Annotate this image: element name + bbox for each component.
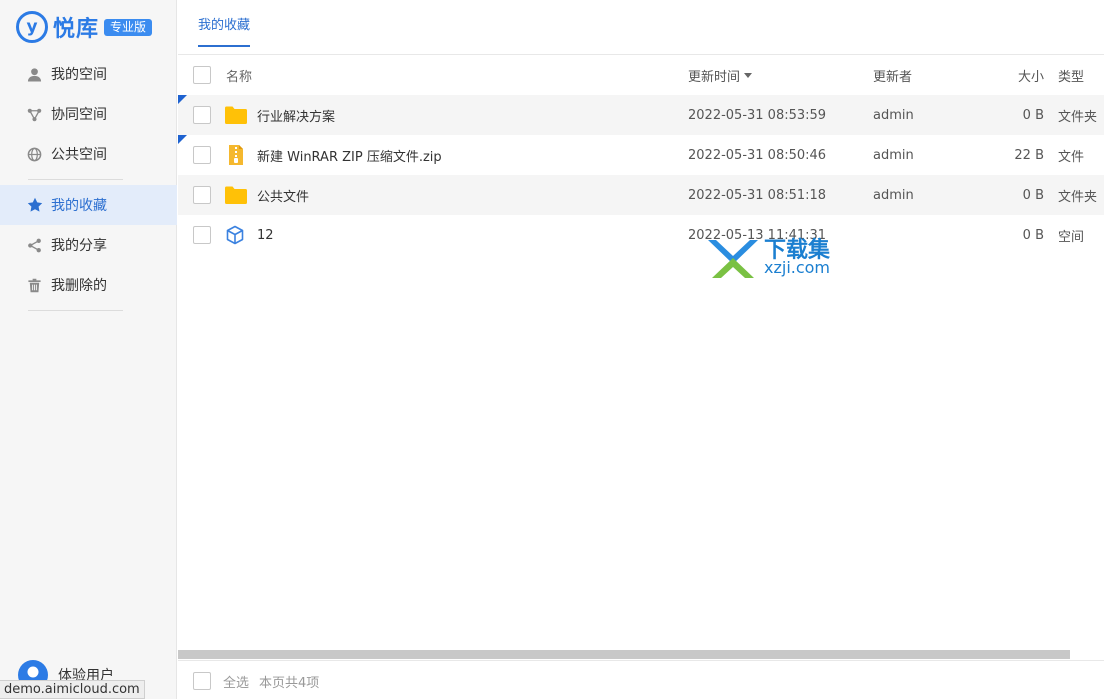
app-logo[interactable]: y 悦库 专业版 [16, 10, 153, 44]
column-time-header[interactable]: 更新时间 [688, 55, 753, 95]
row-checkbox[interactable] [193, 226, 211, 244]
column-size-header[interactable]: 大小 [978, 55, 1044, 95]
table-row[interactable]: 12 2022-05-13 11:41:31 0 B 空间 [178, 215, 1104, 255]
row-checkbox-cell [193, 215, 211, 255]
table-header: 名称 更新时间 更新者 大小 类型 [178, 55, 1104, 95]
logo-mark: y [16, 11, 48, 43]
table-row[interactable]: 公共文件 2022-05-31 08:51:18 admin 0 B 文件夹 [178, 175, 1104, 215]
file-updater: admin [873, 107, 914, 123]
file-type: 文件 [1058, 149, 1085, 165]
column-type-header[interactable]: 类型 [1058, 55, 1084, 95]
file-updater: admin [873, 187, 914, 203]
new-flag-icon [178, 135, 187, 144]
file-name[interactable]: 行业解决方案 [257, 95, 335, 135]
footer-select-all-checkbox[interactable] [193, 672, 211, 690]
sidebar-item-my-shares[interactable]: 我的分享 [0, 225, 177, 265]
file-time: 2022-05-31 08:51:18 [688, 187, 827, 203]
star-icon [26, 197, 43, 214]
sidebar-item-label: 我的空间 [51, 67, 107, 83]
file-name[interactable]: 公共文件 [257, 175, 309, 215]
select-all-label[interactable]: 全选 [223, 672, 249, 691]
new-flag-icon [178, 95, 187, 104]
table-row[interactable]: 行业解决方案 2022-05-31 08:53:59 admin 0 B 文件夹 [178, 95, 1104, 135]
sort-desc-icon [744, 72, 753, 78]
horizontal-scrollbar[interactable] [178, 650, 1070, 659]
row-checkbox-cell [193, 175, 211, 215]
sidebar-item-my-space[interactable]: 我的空间 [0, 54, 177, 94]
zip-file-icon [225, 135, 247, 175]
nav-divider [28, 179, 123, 180]
trash-icon [26, 277, 43, 294]
file-name[interactable]: 新建 WinRAR ZIP 压缩文件.zip [257, 135, 442, 175]
file-table: 名称 更新时间 更新者 大小 类型 行业解决方案 2022-05-31 08:5… [178, 55, 1104, 255]
file-size: 0 B [1022, 107, 1044, 123]
file-updater: admin [873, 147, 914, 163]
nav-divider [28, 310, 123, 311]
file-time: 2022-05-31 08:53:59 [688, 107, 827, 123]
file-type: 空间 [1058, 229, 1085, 245]
cube-icon [225, 215, 245, 255]
share-nodes-icon [26, 106, 43, 123]
sidebar-item-label: 协同空间 [51, 107, 107, 123]
file-type: 文件夹 [1058, 189, 1098, 205]
file-size: 0 B [1022, 187, 1044, 203]
person-icon [26, 66, 43, 83]
tab-bar: 我的收藏 [178, 0, 1104, 55]
logo-text: 悦库 [53, 17, 100, 42]
sidebar-item-label: 我的分享 [51, 238, 107, 254]
tab-my-favorites[interactable]: 我的收藏 [198, 14, 251, 47]
file-type: 文件夹 [1058, 109, 1098, 125]
file-size: 22 B [1014, 147, 1044, 163]
sidebar-item-collab-space[interactable]: 协同空间 [0, 94, 177, 134]
row-checkbox[interactable] [193, 146, 211, 164]
share-icon [26, 237, 43, 254]
header-checkbox-cell [193, 55, 211, 95]
edition-badge: 专业版 [104, 18, 153, 36]
row-checkbox-cell [193, 135, 211, 175]
row-checkbox[interactable] [193, 186, 211, 204]
folder-icon [225, 175, 247, 215]
watermark-url: xzji.com [764, 258, 831, 277]
column-time-label: 更新时间 [688, 69, 741, 85]
column-name-header[interactable]: 名称 [226, 55, 252, 95]
sidebar-item-my-favorites[interactable]: 我的收藏 [0, 185, 177, 225]
file-name[interactable]: 12 [257, 215, 274, 255]
folder-icon [225, 95, 247, 135]
sidebar-item-label: 我删除的 [51, 278, 107, 294]
table-footer: 全选 本页共4项 [178, 660, 1104, 699]
status-url-tooltip: demo.aimicloud.com [0, 680, 145, 699]
sidebar-nav: 我的空间 协同空间 公共空间 我的收藏 我的分享 我删除的 [0, 54, 177, 316]
row-checkbox[interactable] [193, 106, 211, 124]
sidebar-item-label: 公共空间 [51, 147, 107, 163]
sidebar-item-label: 我的收藏 [51, 198, 107, 214]
sidebar: y 悦库 专业版 我的空间 协同空间 公共空间 我的收藏 我的分享 我删除的 体… [0, 0, 177, 699]
column-updater-header[interactable]: 更新者 [873, 55, 912, 95]
watermark: 下载集 xzji.com [706, 232, 846, 280]
select-all-checkbox[interactable] [193, 66, 211, 84]
table-row[interactable]: 新建 WinRAR ZIP 压缩文件.zip 2022-05-31 08:50:… [178, 135, 1104, 175]
row-checkbox-cell [193, 95, 211, 135]
sidebar-item-my-deleted[interactable]: 我删除的 [0, 265, 177, 305]
main-content: 我的收藏 名称 更新时间 更新者 大小 类型 行业解决方案 2022-05-31… [178, 0, 1104, 699]
sidebar-item-public-space[interactable]: 公共空间 [0, 134, 177, 174]
globe-icon [26, 146, 43, 163]
file-size: 0 B [1022, 227, 1044, 243]
file-time: 2022-05-31 08:50:46 [688, 147, 827, 163]
item-count: 本页共4项 [259, 676, 320, 691]
watermark-logo-icon [708, 240, 758, 278]
